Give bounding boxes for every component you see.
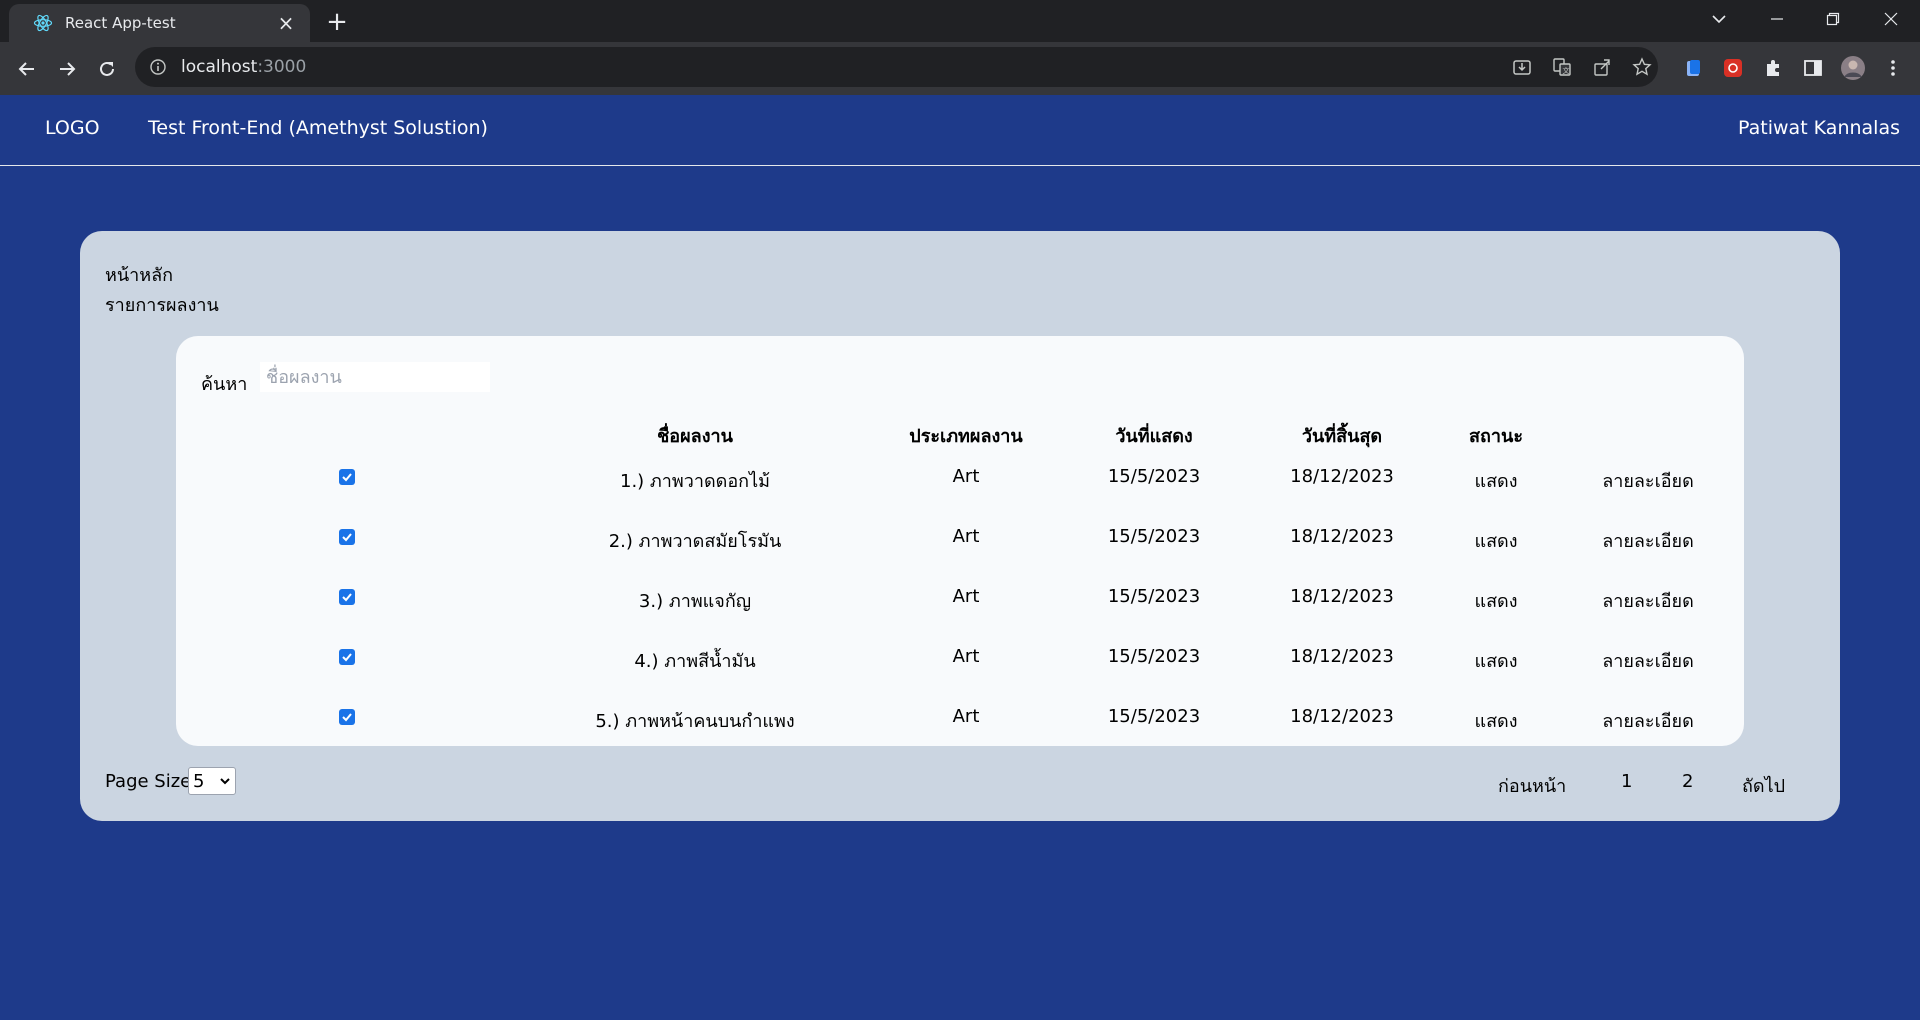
row-checkbox[interactable] [339,529,355,545]
detail-link[interactable]: ลายละเอียด [1602,526,1694,555]
back-icon[interactable] [11,53,43,85]
chevron-down-icon [219,772,231,795]
new-tab-icon[interactable]: + [321,7,353,37]
nav-title[interactable]: Test Front-End (Amethyst Solustion) [148,117,488,139]
cell-start-date: 15/5/2023 [1107,526,1201,547]
table-row: 1.) ภาพวาดดอกไม้ Art 15/5/2023 18/12/202… [176,466,1744,496]
cell-type: Art [952,706,980,727]
close-tab-icon[interactable]: × [274,11,298,35]
cell-status: แสดง [1474,471,1518,492]
react-icon [33,13,53,33]
close-window-icon[interactable] [1866,0,1916,38]
page-size-label: Page Size [105,771,192,792]
extension-doc-icon[interactable] [1679,54,1707,82]
header-status: สถานะ [1469,426,1523,447]
restore-icon[interactable] [1808,0,1858,38]
cell-end-date: 18/12/2023 [1290,646,1394,667]
cell-status: แสดง [1474,531,1518,552]
row-checkbox[interactable] [339,709,355,725]
extension-red-icon[interactable] [1719,54,1747,82]
browser-tabstrip: React App-test × + [0,0,1920,42]
menu-kebab-icon[interactable] [1879,54,1907,82]
install-app-icon[interactable] [1507,52,1537,82]
profile-avatar[interactable] [1839,54,1867,82]
detail-link[interactable]: ลายละเอียด [1602,466,1694,495]
tab-search-icon[interactable] [1694,0,1744,38]
header-name: ชื่อผลงาน [657,426,733,447]
table-row: 2.) ภาพวาดสมัยโรมัน Art 15/5/2023 18/12/… [176,526,1744,556]
row-checkbox[interactable] [339,649,355,665]
prev-page-button[interactable]: ก่อนหน้า [1498,771,1566,800]
cell-name: 3.) ภาพแจกัญ [638,591,752,612]
site-info-icon[interactable] [149,58,167,76]
cell-end-date: 18/12/2023 [1290,526,1394,547]
table-row: 3.) ภาพแจกัญ Art 15/5/2023 18/12/2023 แส… [176,586,1744,616]
header-start-date: วันที่แสดง [1115,426,1193,447]
page-size-value: 5 [193,770,205,792]
detail-link[interactable]: ลายละเอียด [1602,706,1694,735]
url-port: :3000 [257,57,307,77]
cell-name: 4.) ภาพสีน้ำมัน [634,651,756,672]
cell-status: แสดง [1474,591,1518,612]
extensions-puzzle-icon[interactable] [1759,54,1787,82]
forward-icon[interactable] [51,53,83,85]
cell-end-date: 18/12/2023 [1290,586,1394,607]
share-icon[interactable] [1587,52,1617,82]
browser-toolbar: localhost:3000 文 [0,42,1920,95]
translate-icon[interactable]: 文 [1547,52,1577,82]
cell-type: Art [952,466,980,487]
cell-end-date: 18/12/2023 [1290,466,1394,487]
cell-type: Art [952,646,980,667]
works-table-panel: ค้นหา ชื่อผลงาน ประเภทผลงาน วันที่แสดง ว… [176,336,1744,746]
detail-link[interactable]: ลายละเอียด [1602,586,1694,615]
search-input[interactable] [260,362,490,392]
header-end-date: วันที่สิ้นสุด [1301,426,1383,447]
row-checkbox[interactable] [339,589,355,605]
table-row: 4.) ภาพสีน้ำมัน Art 15/5/2023 18/12/2023… [176,646,1744,676]
cell-name: 2.) ภาพวาดสมัยโรมัน [608,531,782,552]
bookmark-star-icon[interactable] [1627,52,1657,82]
breadcrumb-home[interactable]: หน้าหลัก [105,260,173,289]
detail-link[interactable]: ลายละเอียด [1602,646,1694,675]
minimize-icon[interactable] [1752,0,1802,38]
app-navbar: LOGO Test Front-End (Amethyst Solustion)… [0,95,1920,166]
svg-text:文: 文 [1563,66,1570,75]
page-2-button[interactable]: 2 [1682,771,1693,792]
next-page-button[interactable]: ถัดไป [1742,771,1785,800]
cell-start-date: 15/5/2023 [1107,466,1201,487]
cell-end-date: 18/12/2023 [1290,706,1394,727]
table-row: 5.) ภาพหน้าคนบนกำแพง Art 15/5/2023 18/12… [176,706,1744,736]
cell-start-date: 15/5/2023 [1107,646,1201,667]
cell-name: 1.) ภาพวาดดอกไม้ [620,471,770,492]
cell-type: Art [952,526,980,547]
cell-start-date: 15/5/2023 [1107,586,1201,607]
header-type: ประเภทผลงาน [909,426,1023,447]
cell-type: Art [952,586,980,607]
nav-user-name[interactable]: Patiwat Kannalas [1738,117,1900,139]
page-size-select[interactable]: 5 [188,767,236,795]
tab-title: React App-test [65,14,176,32]
url-host: localhost [181,57,258,77]
search-label: ค้นหา [201,374,248,395]
address-bar[interactable]: localhost:3000 [135,47,1658,87]
cell-status: แสดง [1474,651,1518,672]
browser-tab[interactable]: React App-test × [9,4,310,42]
page-1-button[interactable]: 1 [1621,771,1632,792]
nav-logo[interactable]: LOGO [45,117,100,139]
cell-start-date: 15/5/2023 [1107,706,1201,727]
cell-name: 5.) ภาพหน้าคนบนกำแพง [595,711,795,732]
main-card: หน้าหลัก รายการผลงาน ค้นหา ชื่อผลงาน ประ… [80,231,1840,821]
breadcrumb-current: รายการผลงาน [105,295,219,316]
cell-status: แสดง [1474,711,1518,732]
side-panel-icon[interactable] [1799,54,1827,82]
reload-icon[interactable] [91,53,123,85]
row-checkbox[interactable] [339,469,355,485]
